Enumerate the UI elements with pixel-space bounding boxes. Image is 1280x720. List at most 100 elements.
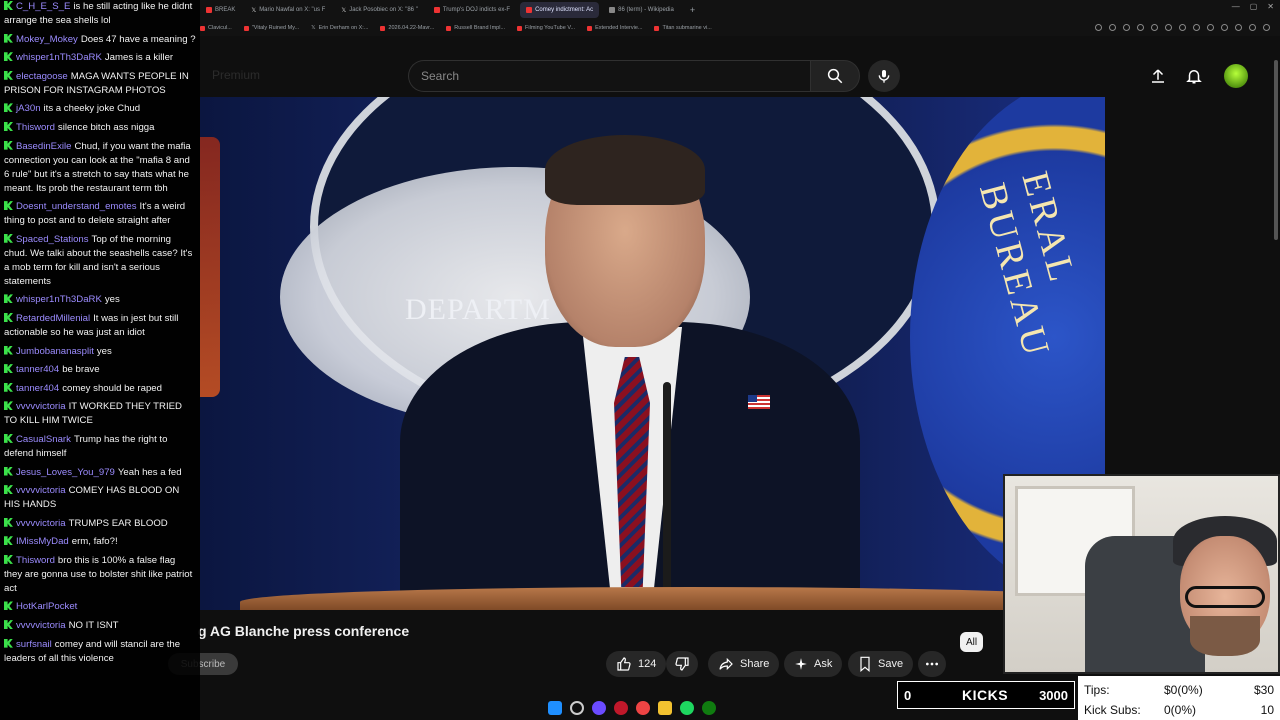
chat-username[interactable]: whisper1nTh3DaRK [16,294,102,305]
windows-start-icon[interactable] [548,701,562,715]
chat-username[interactable]: jA30n [16,103,41,114]
extension-icon[interactable] [1123,24,1130,31]
browser-tab[interactable]: 𝕏 Jack Posobiec on X: "86 " [335,2,423,18]
chat-username[interactable]: tanner404 [16,364,59,375]
chat-message: whisper1nTh3DaRK yes [4,293,196,307]
extension-icon[interactable] [1221,24,1228,31]
microphone-icon [878,70,890,83]
chat-text: be brave [62,364,100,376]
browser-tab[interactable]: 86 (term) - Wikipedia [603,2,680,18]
spotify-icon[interactable] [680,701,694,715]
extension-icon[interactable] [1235,24,1242,31]
extension-icon[interactable] [1207,24,1214,31]
chat-username[interactable]: vvvvvictoria [16,620,66,631]
search-taskbar-icon[interactable] [570,701,584,715]
youtube-premium-logo[interactable]: Premium [212,68,260,82]
chat-username[interactable]: electagoose [16,71,68,82]
more-actions-button[interactable] [918,651,946,677]
chat-username[interactable]: C_H_E_S_E [16,1,70,12]
chat-username[interactable]: Jumbobananasplit [16,346,94,357]
sparkle-icon [795,658,807,670]
search-box[interactable] [408,60,810,92]
chat-username[interactable]: vvvvvictoria [16,518,66,529]
chat-message: whisper1nTh3DaRK James is a killer [4,51,196,65]
chat-username[interactable]: IMissMyDad [16,536,69,547]
extension-icon[interactable] [1151,24,1158,31]
browser-taskbar-icon[interactable] [636,701,650,715]
folder-icon[interactable] [658,701,672,715]
tips-goal: $30 [1253,683,1274,697]
obs-icon[interactable] [614,701,628,715]
browser-tab[interactable]: Trump's DOJ indicts ex-F [428,2,516,18]
chat-username[interactable]: whisper1nTh3DaRK [16,52,102,63]
bookmark[interactable]: 𝕏 Erin Derham on X:... [311,25,368,31]
video-player[interactable]: DEPARTM USTICE ERAL BUREAU [200,97,1105,610]
chat-message: Jesus_Loves_You_979 Yeah hes a fed [4,466,196,480]
like-button[interactable]: 124 [606,651,667,677]
extension-icon[interactable] [1249,24,1256,31]
chat-message: Doesnt_understand_emotes It's a weird thi… [4,200,196,228]
extension-icon[interactable] [1095,24,1102,31]
bookmark[interactable]: Filming YouTube V... [517,25,575,31]
x-logo-icon: 𝕏 [311,25,316,31]
extension-icon[interactable] [1165,24,1172,31]
chat-username[interactable]: vvvvvictoria [16,401,66,412]
chat-username[interactable]: RetardedMillenial [16,313,90,324]
new-tab-button[interactable]: + [684,5,701,15]
page-scrollbar[interactable] [1274,60,1278,240]
notifications-button[interactable] [1182,64,1206,88]
chat-username[interactable]: tanner404 [16,383,59,394]
extension-icon[interactable] [1137,24,1144,31]
upload-button[interactable] [1146,64,1170,88]
save-button[interactable]: Save [848,651,914,677]
bookmark-icon [860,656,870,672]
dislike-button[interactable] [666,651,698,677]
kick-badge-icon [4,294,13,304]
filter-chip-all[interactable]: All [960,632,984,652]
bookmark[interactable]: Clavicul... [200,25,232,31]
chat-username[interactable]: Thisword [16,555,55,566]
bookmark[interactable]: Extended Intervie... [587,25,642,31]
chat-username[interactable]: Spaced_Stations [16,234,89,245]
streamer-glasses [1185,586,1265,608]
bookmark[interactable]: Russell Brand Impl... [446,25,505,31]
chat-username[interactable]: CasualSnark [16,434,71,445]
share-button[interactable]: Share [708,651,780,677]
kick-subs-goal: 10 [1260,703,1274,717]
search-button[interactable] [810,60,860,92]
chat-message: Mokey_Mokey Does 47 have a meaning ? [4,33,196,47]
browser-tab-active[interactable]: Comey indictment: Ac [520,2,600,18]
thumbs-up-icon [617,657,631,671]
ask-button[interactable]: Ask [784,651,843,677]
close-icon[interactable]: ✕ [1267,2,1274,11]
extension-icon[interactable] [1179,24,1186,31]
search-input[interactable] [409,61,810,91]
extension-icon[interactable] [1109,24,1116,31]
kick-subs-row: Kick Subs: 0(0%) 10 [1084,700,1274,720]
extension-icon[interactable] [1193,24,1200,31]
chat-username[interactable]: Jesus_Loves_You_979 [16,467,115,478]
maximize-icon[interactable]: ▢ [1250,2,1258,11]
chat-username[interactable]: vvvvvictoria [16,485,66,496]
voice-search-button[interactable] [868,60,900,92]
browser-tab[interactable]: BREAK [200,2,241,18]
chat-username[interactable]: Doesnt_understand_emotes [16,201,137,212]
chat-username[interactable]: Thisword [16,122,55,133]
xbox-icon[interactable] [702,701,716,715]
browser-tab[interactable]: 𝕏 Mario Nawfal on X: "us F [245,2,331,18]
chat-text: its a cheeky joke Chud [43,103,141,115]
chat-username[interactable]: HotKarlPocket [16,601,77,612]
chat-text: Yeah hes a fed [117,466,182,478]
bookmark[interactable]: 2026.04.22-Mavr... [380,25,434,31]
chat-username[interactable]: BasedinExile [16,141,71,152]
chat-username[interactable]: Mokey_Mokey [16,34,78,45]
chat-username[interactable]: surfsnail [16,639,52,650]
discord-icon[interactable] [592,701,606,715]
minimize-icon[interactable]: — [1232,2,1240,11]
podium-microphone [663,382,671,610]
extension-icons [1095,24,1270,31]
bookmark[interactable]: "Vitaly Ruined My... [243,25,299,31]
account-avatar[interactable] [1224,64,1248,88]
extension-icon[interactable] [1263,24,1270,31]
bookmark[interactable]: Titan submarine vi... [654,25,712,31]
